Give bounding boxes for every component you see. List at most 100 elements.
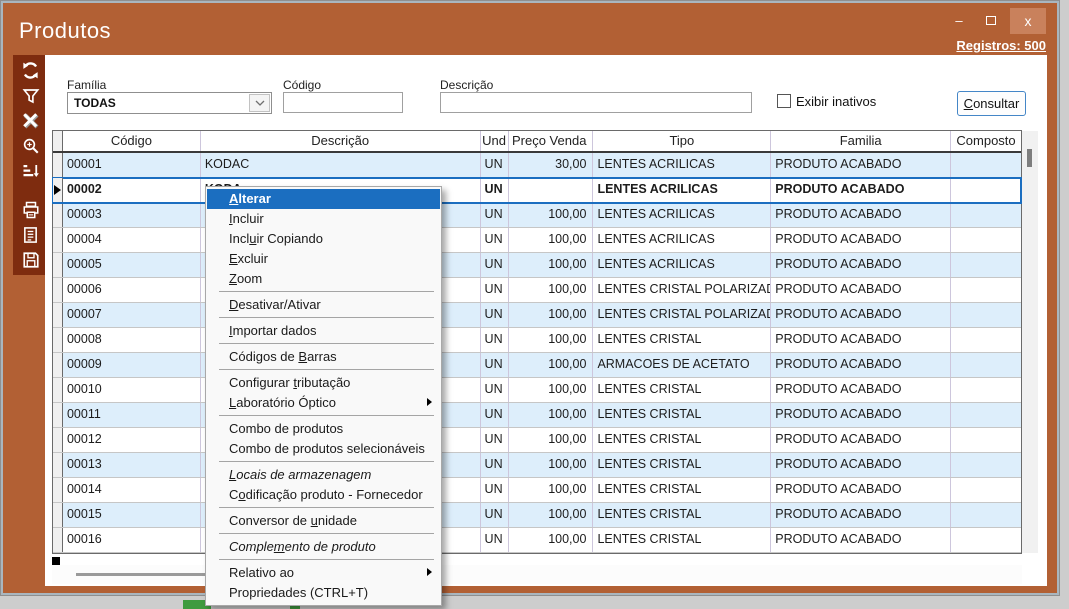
cell-tipo[interactable]: LENTES CRISTAL POLARIZADAS	[593, 303, 771, 327]
cell-familia[interactable]: PRODUTO ACABADO	[771, 428, 951, 452]
cell-familia[interactable]: PRODUTO ACABADO	[771, 353, 951, 377]
close-button[interactable]: x	[1010, 8, 1046, 34]
table-row[interactable]: 00015ORMUN100,00LENTES CRISTALPRODUTO AC…	[53, 503, 1021, 528]
cell-preco[interactable]	[509, 178, 594, 202]
cell-tipo[interactable]: LENTES CRISTAL	[593, 478, 771, 502]
row-selector-cell[interactable]	[53, 453, 63, 477]
cell-und[interactable]: UN	[481, 353, 509, 377]
menu-item-excluir[interactable]: Excluir	[206, 249, 441, 269]
cell-preco[interactable]: 100,00	[509, 403, 594, 427]
table-row[interactable]: 00006TEFLOUN100,00LENTES CRISTAL POLARIZ…	[53, 278, 1021, 303]
row-selector-cell[interactable]	[53, 478, 63, 502]
exibir-inativos-checkbox[interactable]	[777, 94, 791, 108]
cell-preco[interactable]: 100,00	[509, 378, 594, 402]
chevron-down-icon[interactable]	[249, 94, 270, 112]
cell-composto[interactable]	[951, 278, 1021, 302]
zoom-icon[interactable]	[13, 133, 48, 158]
cell-composto[interactable]	[951, 203, 1021, 227]
table-row[interactable]: 00002KODAUNLENTES ACRILICASPRODUTO ACABA…	[53, 178, 1021, 203]
registros-count-link[interactable]: Registros: 500	[956, 38, 1046, 53]
menu-item-complemento-produto[interactable]: Complemento de produto	[206, 537, 441, 557]
cell-familia[interactable]: PRODUTO ACABADO	[771, 228, 951, 252]
cell-preco[interactable]: 100,00	[509, 478, 594, 502]
cell-tipo[interactable]: LENTES ACRILICAS	[593, 203, 771, 227]
cell-und[interactable]: UN	[481, 328, 509, 352]
cell-preco[interactable]: 100,00	[509, 453, 594, 477]
row-selector-cell[interactable]	[53, 528, 63, 552]
cell-und[interactable]: UN	[481, 528, 509, 552]
cell-codigo[interactable]: 00006	[63, 278, 201, 302]
column-header-preço-venda[interactable]: Preço Venda	[509, 131, 594, 151]
cell-tipo[interactable]: LENTES ACRILICAS	[593, 253, 771, 277]
menu-item-importar-dados[interactable]: Importar dados	[206, 321, 441, 341]
table-row[interactable]: 00005KODAUN100,00LENTES ACRILICASPRODUTO…	[53, 253, 1021, 278]
cell-codigo[interactable]: 00005	[63, 253, 201, 277]
cell-descricao[interactable]: KODAC	[201, 153, 481, 177]
row-selector-cell[interactable]	[53, 428, 63, 452]
cell-codigo[interactable]: 00004	[63, 228, 201, 252]
row-selector-cell[interactable]	[53, 378, 63, 402]
minimize-button[interactable]: –	[944, 8, 974, 34]
column-header-descrição[interactable]: Descrição	[201, 131, 481, 151]
table-row[interactable]: 00001KODACUN30,00LENTES ACRILICASPRODUTO…	[53, 153, 1021, 178]
cell-und[interactable]: UN	[481, 403, 509, 427]
cell-tipo[interactable]: LENTES CRISTAL	[593, 328, 771, 352]
cell-tipo[interactable]: LENTES ACRILICAS	[593, 178, 771, 202]
cell-codigo[interactable]: 00013	[63, 453, 201, 477]
cell-composto[interactable]	[951, 528, 1021, 552]
cell-tipo[interactable]: LENTES CRISTAL	[593, 503, 771, 527]
cell-composto[interactable]	[951, 403, 1021, 427]
menu-item-codificacao-fornecedor[interactable]: Codificação produto - Fornecedor	[206, 485, 441, 505]
cell-und[interactable]: UN	[481, 253, 509, 277]
menu-item-desativar-ativar[interactable]: Desativar/Ativar	[206, 295, 441, 315]
cell-preco[interactable]: 30,00	[509, 153, 594, 177]
table-row[interactable]: 00009ORMUN100,00ARMACOES DE ACETATOPRODU…	[53, 353, 1021, 378]
filter-icon[interactable]	[13, 83, 48, 108]
row-selector-cell[interactable]	[53, 278, 63, 302]
row-selector-cell[interactable]	[53, 228, 63, 252]
cell-tipo[interactable]: LENTES CRISTAL	[593, 528, 771, 552]
cell-familia[interactable]: PRODUTO ACABADO	[771, 278, 951, 302]
cell-preco[interactable]: 100,00	[509, 353, 594, 377]
cell-codigo[interactable]: 00008	[63, 328, 201, 352]
menu-item-configurar-tributacao[interactable]: Configurar tributação	[206, 373, 441, 393]
cell-composto[interactable]	[951, 353, 1021, 377]
cell-composto[interactable]	[951, 428, 1021, 452]
cell-und[interactable]: UN	[481, 303, 509, 327]
cell-preco[interactable]: 100,00	[509, 228, 594, 252]
maximize-button[interactable]	[976, 8, 1006, 34]
vertical-scrollbar[interactable]	[1022, 131, 1038, 553]
table-row[interactable]: 00014ORMUN100,00LENTES CRISTALPRODUTO AC…	[53, 478, 1021, 503]
menu-item-incluir[interactable]: Incluir	[206, 209, 441, 229]
table-row[interactable]: 00010ORMUN100,00LENTES CRISTALPRODUTO AC…	[53, 378, 1021, 403]
cell-composto[interactable]	[951, 328, 1021, 352]
cell-codigo[interactable]: 00003	[63, 203, 201, 227]
cell-und[interactable]: UN	[481, 378, 509, 402]
menu-item-combo-de-produtos[interactable]: Combo de produtos	[206, 419, 441, 439]
cell-und[interactable]: UN	[481, 278, 509, 302]
descricao-input[interactable]	[440, 92, 752, 113]
menu-item-combo-selecionaveis[interactable]: Combo de produtos selecionáveis	[206, 439, 441, 459]
cell-codigo[interactable]: 00015	[63, 503, 201, 527]
cell-familia[interactable]: PRODUTO ACABADO	[771, 178, 951, 202]
cell-preco[interactable]: 100,00	[509, 528, 594, 552]
column-header-código[interactable]: Código	[63, 131, 201, 151]
cell-tipo[interactable]: LENTES CRISTAL	[593, 453, 771, 477]
menu-item-codigos-de-barras[interactable]: Códigos de Barras	[206, 347, 441, 367]
cell-familia[interactable]: PRODUTO ACABADO	[771, 453, 951, 477]
cell-tipo[interactable]: LENTES ACRILICAS	[593, 228, 771, 252]
row-selector-cell[interactable]	[53, 253, 63, 277]
menu-item-conversor-unidade[interactable]: Conversor de unidade	[206, 511, 441, 531]
cell-composto[interactable]	[951, 478, 1021, 502]
codigo-input[interactable]	[283, 92, 403, 113]
cell-familia[interactable]: PRODUTO ACABADO	[771, 403, 951, 427]
cell-familia[interactable]: PRODUTO ACABADO	[771, 203, 951, 227]
cell-familia[interactable]: PRODUTO ACABADO	[771, 478, 951, 502]
horizontal-scrollbar[interactable]	[52, 565, 1022, 584]
cell-und[interactable]: UN	[481, 428, 509, 452]
row-selector-cell[interactable]	[53, 178, 63, 202]
cell-codigo[interactable]: 00016	[63, 528, 201, 552]
column-header-familia[interactable]: Familia	[771, 131, 951, 151]
vertical-scrollbar-thumb[interactable]	[1027, 149, 1032, 167]
cell-composto[interactable]	[951, 153, 1021, 177]
